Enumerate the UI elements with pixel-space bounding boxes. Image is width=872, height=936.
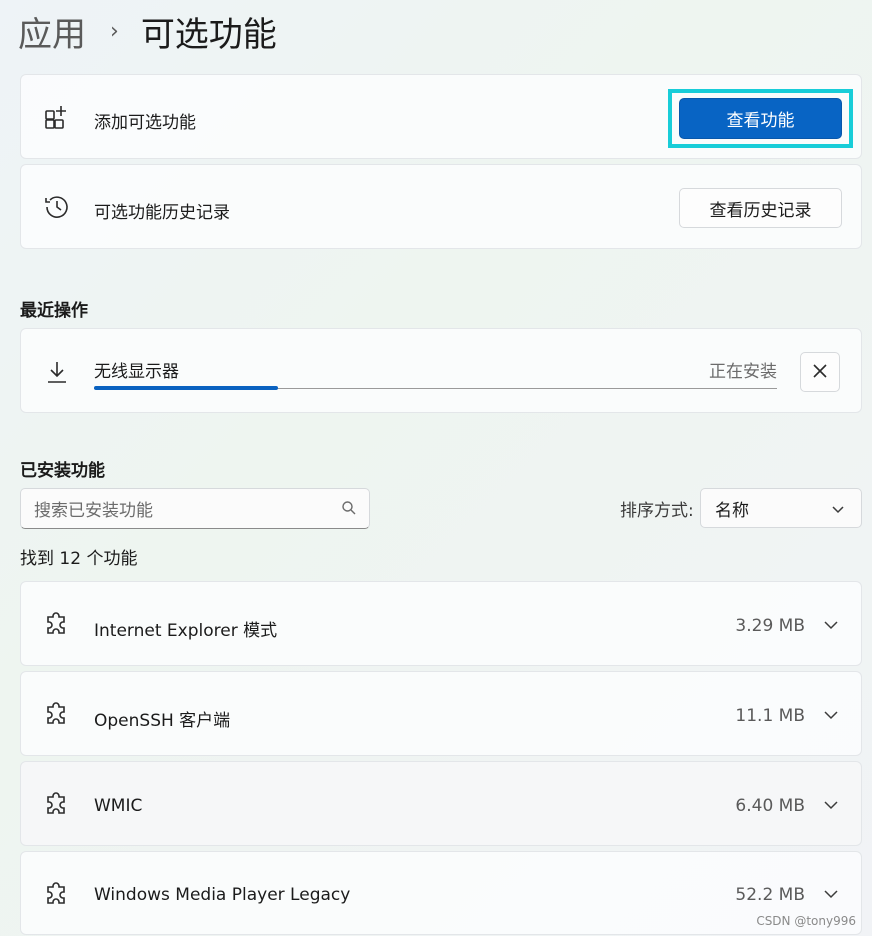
add-grid-icon [43,103,71,131]
recent-item-card: 无线显示器 正在安装 [20,328,862,413]
puzzle-icon [43,700,71,728]
history-label: 可选功能历史记录 [94,203,230,223]
watermark: CSDN @tony996 [756,914,856,928]
recent-item-name: 无线显示器 [94,362,179,382]
search-icon [341,500,357,521]
sort-value: 名称 [715,500,749,521]
recent-actions-title: 最近操作 [20,301,88,321]
feature-row[interactable]: Windows Media Player Legacy 52.2 MB [20,851,862,935]
add-feature-label: 添加可选功能 [94,113,196,133]
install-status: 正在安装 [709,362,777,382]
breadcrumb-separator: › [110,18,119,44]
search-placeholder: 搜索已安装功能 [34,501,153,521]
feature-size: 52.2 MB [735,885,805,905]
breadcrumb: 应用 › 可选功能 [18,6,277,56]
view-features-button[interactable]: 查看功能 [679,98,842,139]
feature-name: Internet Explorer 模式 [94,621,278,641]
feature-name: WMIC [94,796,143,816]
view-history-button[interactable]: 查看历史记录 [679,188,842,228]
cancel-install-button[interactable] [800,352,840,392]
chevron-down-icon [831,502,845,522]
breadcrumb-parent-apps[interactable]: 应用 [18,7,86,56]
download-icon [43,358,71,386]
feature-name: Windows Media Player Legacy [94,885,351,905]
puzzle-icon [43,790,71,818]
chevron-down-icon[interactable] [823,707,839,726]
feature-row[interactable]: Internet Explorer 模式 3.29 MB [20,581,862,666]
chevron-down-icon[interactable] [823,617,839,636]
feature-size: 3.29 MB [735,616,805,636]
close-icon [813,363,827,382]
search-input[interactable]: 搜索已安装功能 [20,488,370,529]
puzzle-icon [43,880,71,908]
puzzle-icon [43,610,71,638]
page-title: 可选功能 [140,14,277,55]
sort-select[interactable]: 名称 [700,488,862,528]
history-icon [43,193,71,221]
feature-name: OpenSSH 客户端 [94,711,231,731]
sort-label: 排序方式: [620,501,694,521]
chevron-down-icon[interactable] [823,797,839,816]
chevron-down-icon[interactable] [823,886,839,905]
feature-row[interactable]: WMIC 6.40 MB [20,761,862,846]
installed-features-title: 已安装功能 [20,461,105,481]
install-progress-fill [94,386,279,390]
feature-row[interactable]: OpenSSH 客户端 11.1 MB [20,671,862,756]
found-count: 找到 12 个功能 [20,549,138,569]
feature-size: 6.40 MB [735,796,805,816]
feature-size: 11.1 MB [735,706,805,726]
install-progress-bar [94,386,777,390]
